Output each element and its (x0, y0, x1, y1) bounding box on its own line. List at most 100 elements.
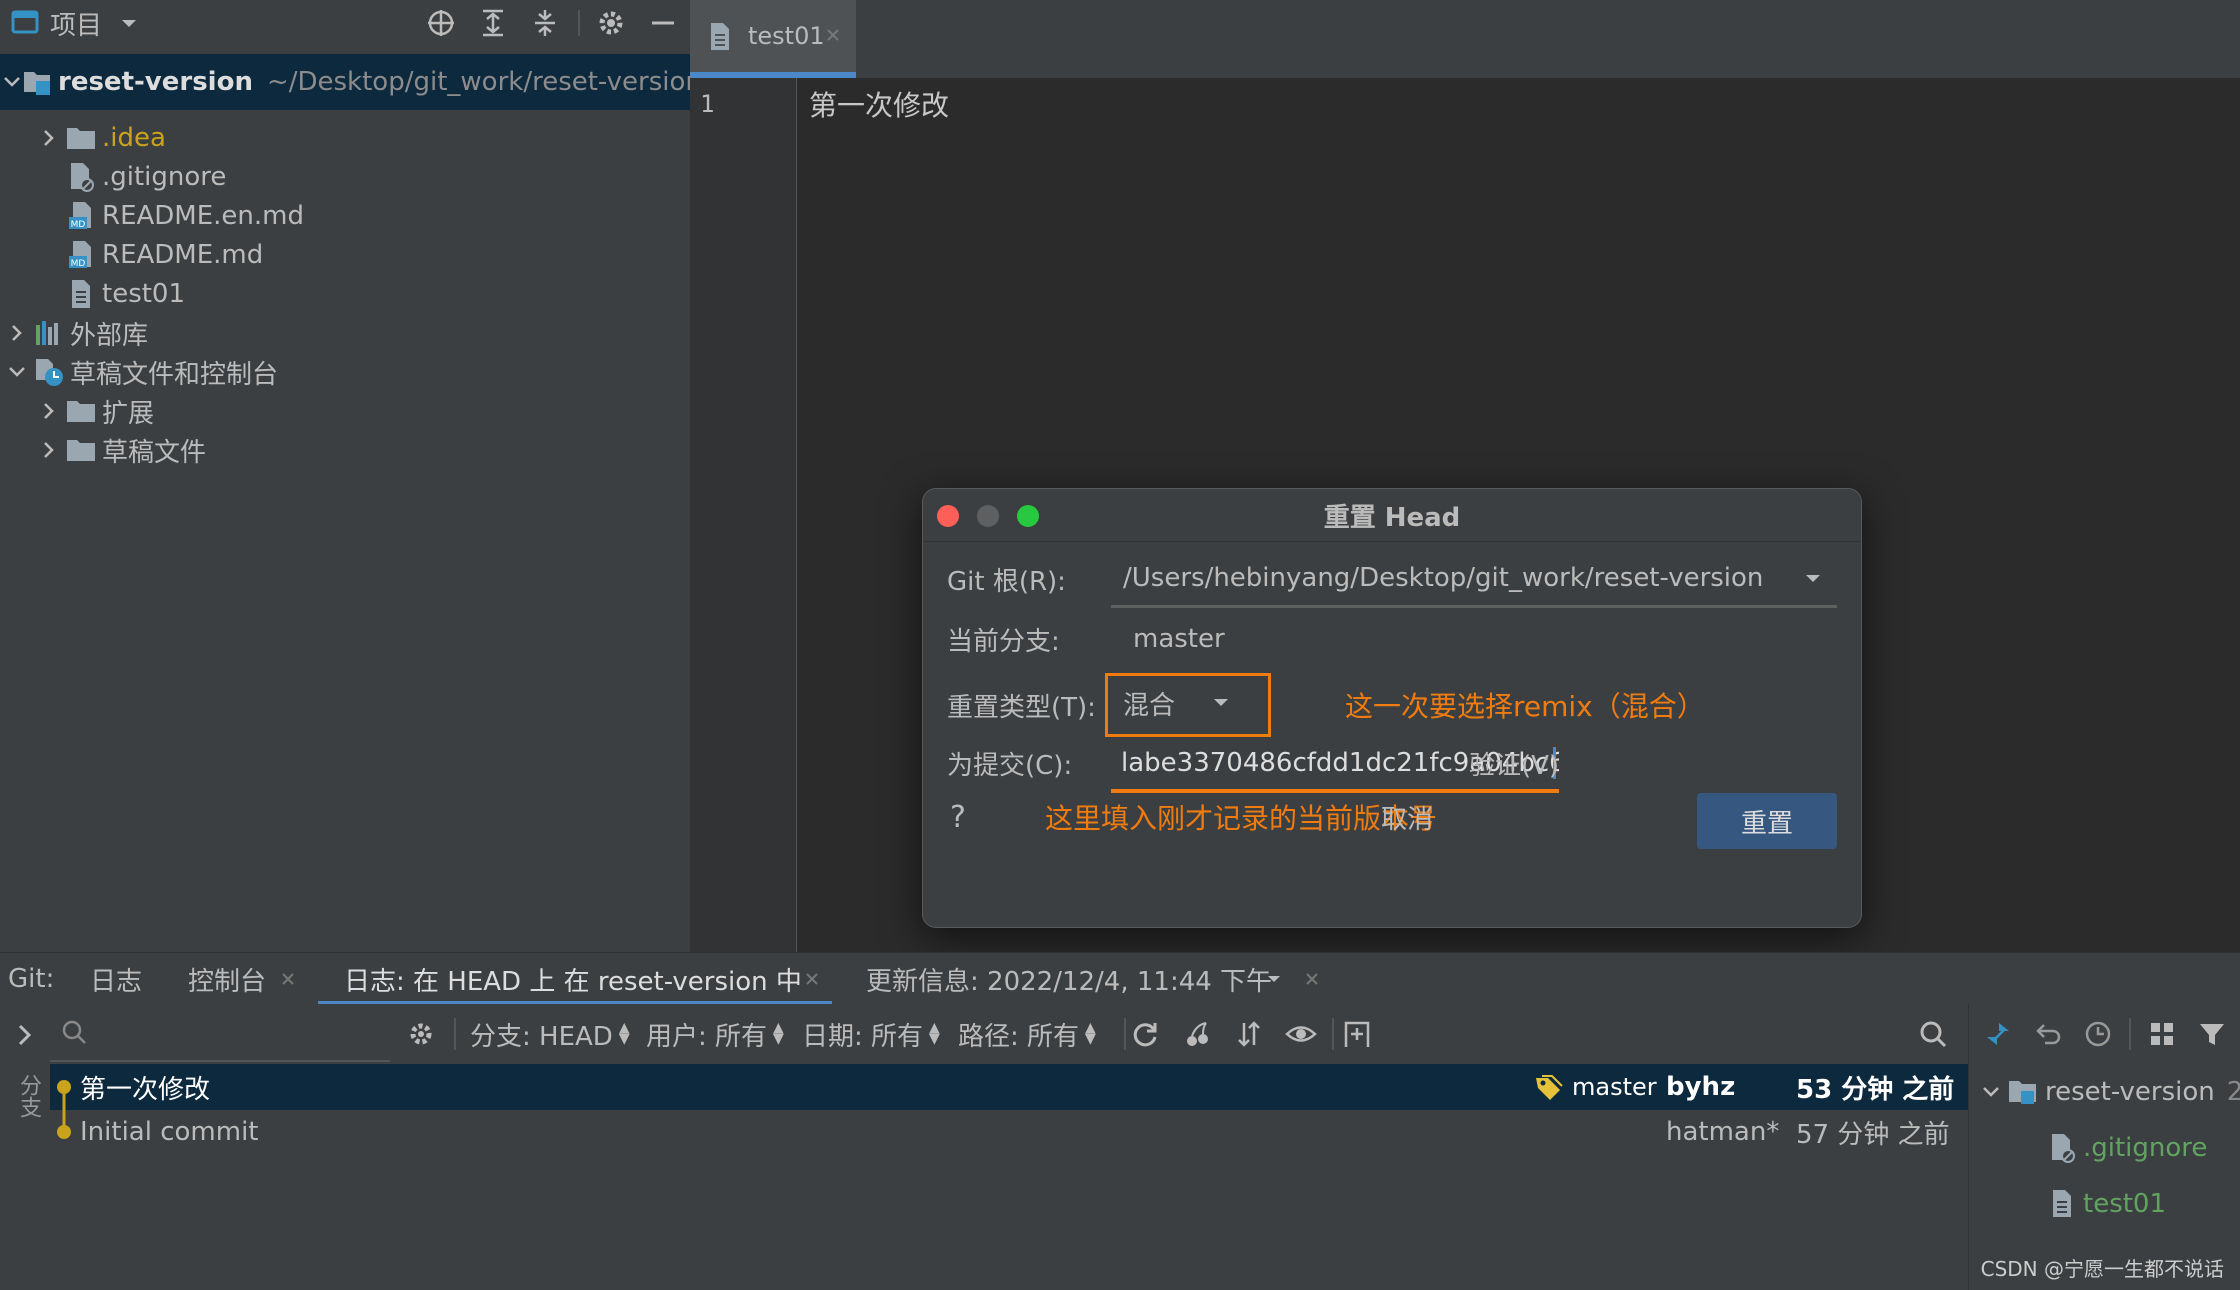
table-row[interactable]: Initial commit hatman* 57 分钟 之前 (50, 1110, 1968, 1154)
undo-icon[interactable] (2031, 1017, 2065, 1051)
toolbar-divider (1332, 1018, 1334, 1050)
branch-filter[interactable]: 分支: HEAD ▲ ▼ (470, 1004, 630, 1064)
branches-side-strip: 分支 (0, 1004, 51, 1290)
chevron-down-icon[interactable] (1209, 691, 1233, 715)
user-filter-label: 用户: 所有 (646, 1021, 768, 1052)
reset-button[interactable]: 重置 (1697, 793, 1837, 849)
commit-author: byhz (1666, 1072, 1736, 1102)
ignore-file-icon (2045, 1133, 2079, 1163)
current-branch-label: 当前分支: (947, 626, 1060, 657)
chevron-right-icon[interactable] (34, 440, 64, 460)
current-branch-value: master (1133, 624, 1225, 654)
log-search-input[interactable] (50, 1004, 390, 1062)
changes-root[interactable]: reset-version 2 (1977, 1070, 2240, 1114)
commit-log-table: 第一次修改 master byhz 53 分钟 之前 Initial commi… (50, 1064, 1968, 1290)
editor-tab-test01[interactable]: test01 (690, 0, 856, 78)
project-view-icon[interactable] (10, 7, 40, 37)
expand-all-icon[interactable] (476, 6, 510, 40)
cancel-button[interactable]: 取消 (1357, 791, 1457, 843)
changed-file-gitignore[interactable]: .gitignore (2045, 1126, 2207, 1170)
changes-root-label: reset-version (2045, 1077, 2215, 1107)
chevron-down-icon[interactable] (116, 10, 142, 36)
tree-root-label: reset-version (58, 67, 253, 97)
sort-arrows-icon[interactable] (1232, 1017, 1266, 1051)
watermark: CSDN @宁愿一生都不说话 (1980, 1257, 2224, 1281)
branches-side-label[interactable]: 分支 (6, 1074, 44, 1118)
search-icon (60, 1018, 88, 1046)
gear-icon[interactable] (404, 1017, 438, 1051)
tab-log[interactable]: 日志 (90, 953, 142, 1005)
commit-time: 53 分钟 之前 (1796, 1074, 1955, 1105)
chevron-right-icon[interactable] (8, 1018, 42, 1052)
minimize-icon[interactable] (646, 6, 680, 40)
close-icon[interactable] (278, 969, 298, 989)
close-icon[interactable] (1302, 969, 1322, 989)
tree-item-scratch-files[interactable]: 草稿文件 (34, 422, 206, 478)
path-filter[interactable]: 路径: 所有 ▲ ▼ (958, 1004, 1096, 1064)
help-button[interactable]: ? (943, 795, 973, 839)
tab-label: test01 (748, 22, 825, 50)
eye-icon[interactable] (1284, 1017, 1318, 1051)
user-filter[interactable]: 用户: 所有 ▲ ▼ (646, 1004, 784, 1064)
date-filter[interactable]: 日期: 所有 ▲ ▼ (802, 1004, 940, 1064)
module-folder-icon (2005, 1078, 2041, 1106)
git-root-select[interactable]: /Users/hebinyang/Desktop/git_work/reset-… (1111, 551, 1837, 608)
table-row[interactable]: 第一次修改 master byhz 53 分钟 之前 (50, 1064, 1968, 1110)
chevron-right-icon[interactable] (2, 323, 32, 343)
sort-icon: ▲ ▼ (773, 1019, 784, 1047)
tab-console[interactable]: 控制台 (188, 953, 266, 1005)
commit-label: 为提交(C): (947, 750, 1073, 781)
editor-gutter: 1 (690, 78, 797, 952)
changed-file-test01[interactable]: test01 (2045, 1182, 2166, 1226)
tab-label: 日志: 在 HEAD 上 在 reset-version 中 (344, 966, 802, 997)
chevron-down-icon[interactable] (1262, 967, 1286, 991)
sort-icon: ▲ ▼ (1085, 1019, 1096, 1047)
tree-item-label: 草稿文件 (102, 437, 207, 468)
toolbar-divider (454, 1018, 456, 1050)
changed-file-label: .gitignore (2083, 1133, 2208, 1163)
tree-root-path: ~/Desktop/git_work/reset-version (266, 67, 702, 97)
tab-update-info[interactable]: 更新信息: 2022/12/4, 11:44 下午 (866, 953, 1272, 1005)
locate-icon[interactable] (424, 6, 458, 40)
group-by-icon[interactable] (2145, 1017, 2179, 1051)
filter-icon[interactable] (2195, 1017, 2229, 1051)
cherry-pick-icon[interactable] (1180, 1017, 1214, 1051)
project-panel-header: 项目 (0, 0, 690, 46)
collapse-all-icon[interactable] (528, 6, 562, 40)
editor-tab-bar: test01 (690, 0, 2240, 79)
changes-root-count: 2 (2226, 1077, 2240, 1107)
gear-icon[interactable] (594, 6, 628, 40)
changed-file-label: test01 (2083, 1189, 2167, 1219)
project-tree: reset-version ~/Desktop/git_work/reset-v… (0, 46, 702, 952)
changes-toolbar (1968, 1004, 2240, 1065)
editor-line-1[interactable]: 第一次修改 (809, 82, 949, 126)
chevron-right-icon[interactable] (34, 128, 64, 148)
verify-button[interactable]: 验证(V) (1469, 737, 1559, 789)
sort-icon: ▲ ▼ (618, 1019, 630, 1047)
sort-icon: ▲ ▼ (929, 1019, 940, 1047)
tab-log-head[interactable]: 日志: 在 HEAD 上 在 reset-version 中 (318, 953, 832, 1005)
dialog-titlebar: 重置 Head (923, 489, 1861, 542)
project-view-title[interactable]: 项目 (50, 0, 102, 46)
chevron-down-icon[interactable] (1801, 567, 1825, 591)
branch-label: master (1572, 1073, 1657, 1101)
close-icon[interactable] (802, 969, 822, 989)
git-root-value: /Users/hebinyang/Desktop/git_work/reset-… (1123, 563, 1764, 593)
compare-icon[interactable] (1981, 1017, 2015, 1051)
chevron-down-icon[interactable] (2, 72, 22, 92)
line-number: 1 (700, 90, 715, 118)
chevron-right-icon[interactable] (34, 401, 64, 421)
tree-root-reset-version[interactable]: reset-version ~/Desktop/git_work/reset-v… (0, 54, 702, 110)
chevron-down-icon[interactable] (1977, 1082, 2005, 1102)
commit-time: 57 分钟 之前 (1796, 1119, 1950, 1150)
search-icon[interactable] (1916, 1017, 1950, 1051)
tag-icon (1534, 1074, 1564, 1102)
commit-message: 第一次修改 (80, 1074, 211, 1105)
new-tab-icon[interactable] (1340, 1017, 1374, 1051)
history-icon[interactable] (2081, 1017, 2115, 1051)
close-icon[interactable] (822, 24, 844, 46)
reset-type-select[interactable]: 混合 (1111, 679, 1261, 727)
chevron-down-icon[interactable] (2, 362, 32, 382)
log-filter-toolbar: 分支: HEAD ▲ ▼ 用户: 所有 ▲ ▼ 日期: 所有 ▲ ▼ 路径: 所有 ▲ ▼ (50, 1004, 1968, 1065)
refresh-icon[interactable] (1128, 1017, 1162, 1051)
